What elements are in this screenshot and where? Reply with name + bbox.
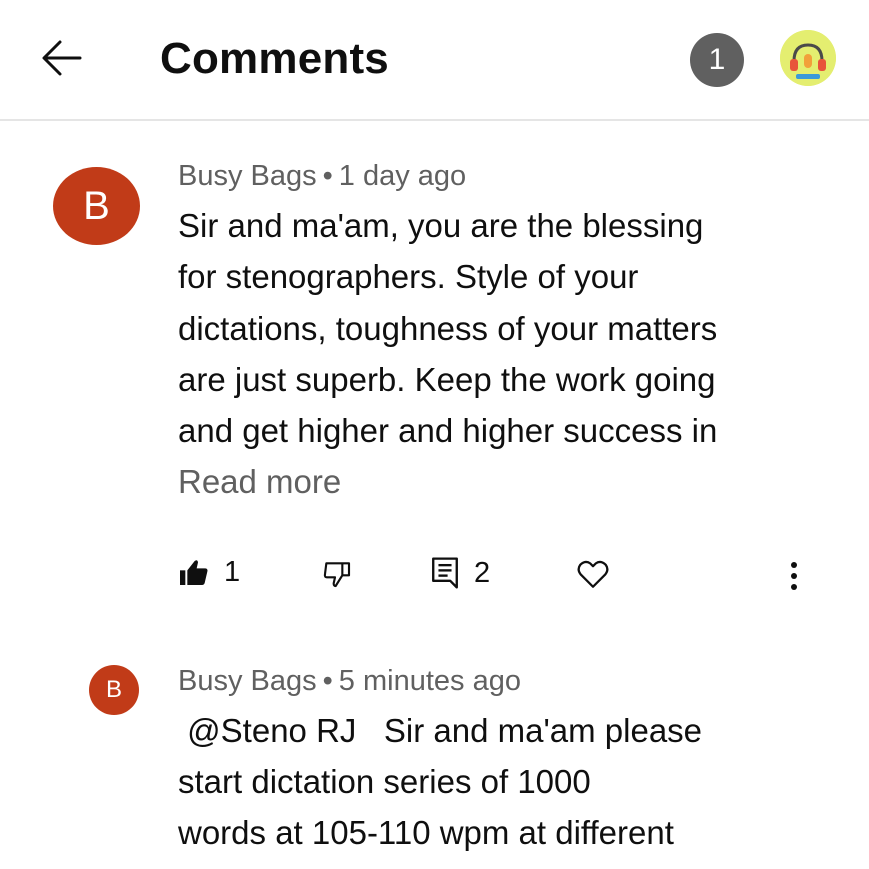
more-vertical-icon (791, 562, 797, 590)
notification-badge[interactable]: 1 (690, 33, 744, 87)
reply-text-line: words at 105-110 wpm at different (178, 814, 674, 851)
dislike-button[interactable] (321, 558, 353, 590)
thumbs-up-icon (180, 559, 208, 585)
thumbs-down-icon (323, 562, 351, 588)
comments-header: Comments 1 (0, 0, 869, 121)
more-options-button[interactable] (780, 560, 808, 592)
reply-author[interactable]: Busy Bags (178, 665, 317, 697)
reply-button[interactable]: 2 (430, 556, 490, 590)
meta-separator: • (322, 665, 333, 697)
back-button[interactable] (36, 36, 84, 80)
reply-text-line: start dictation series of 1000 (178, 763, 591, 800)
comment-meta: Busy Bags • 1 day ago (178, 160, 466, 193)
comment-author[interactable]: Busy Bags (178, 160, 317, 192)
comment-text-line: and get higher and higher success in (178, 412, 718, 449)
arrow-left-icon (42, 40, 82, 76)
heart-button[interactable] (576, 558, 610, 590)
commenter-avatar[interactable]: B (53, 167, 140, 245)
comments-screen: Comments 1 B Busy Bags • 1 day ago Sir and… (0, 0, 869, 869)
reply-count: 2 (474, 556, 491, 589)
headphones-logo-icon (780, 30, 836, 86)
comment-text-line: Sir and ma'am, you are the blessing (178, 207, 704, 244)
reply-text-line: @Steno RJ Sir and ma'am please (178, 712, 703, 749)
comment-reply-icon (432, 557, 458, 589)
comment-time: 1 day ago (338, 160, 467, 192)
meta-separator: • (322, 160, 333, 192)
page-title: Comments (160, 34, 389, 83)
reply-time: 5 minutes ago (338, 665, 521, 697)
comment-text-line: for stenographers. Style of your (178, 258, 639, 295)
heart-icon (577, 560, 609, 588)
channel-avatar[interactable] (780, 30, 836, 86)
reply-author-avatar[interactable]: B (89, 665, 139, 715)
comment-text-line: are just superb. Keep the work going (178, 361, 716, 398)
read-more-link[interactable]: Read more (178, 463, 341, 501)
reply-meta: Busy Bags • 5 minutes ago (178, 665, 521, 698)
comment-text-line: dictations, toughness of your matters (178, 310, 718, 347)
like-button[interactable]: 1 (178, 556, 240, 589)
like-count: 1 (224, 556, 241, 588)
